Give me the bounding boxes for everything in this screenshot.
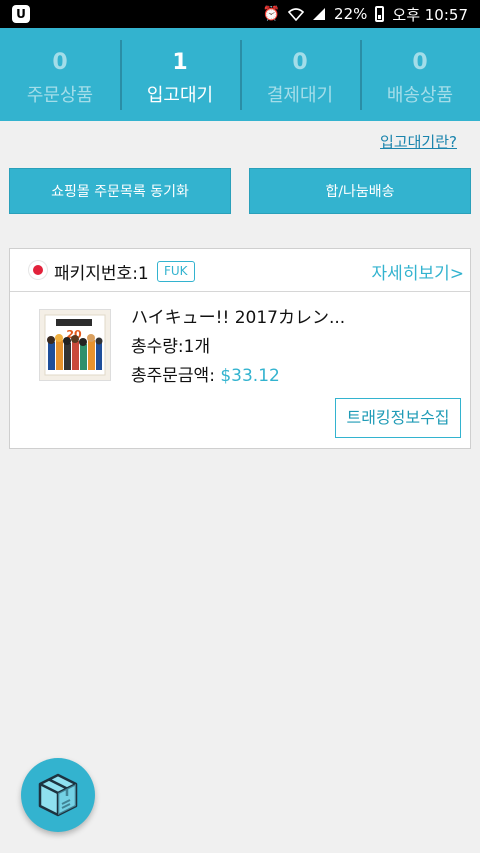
total-amount-value: $33.12 — [220, 366, 280, 386]
total-amount-label: 총주문금액: — [131, 366, 221, 386]
tab-count: 0 — [412, 50, 428, 75]
collect-tracking-info-button[interactable]: 트래킹정보수집 — [335, 398, 461, 438]
warehouse-badge: FUK — [157, 261, 195, 282]
japan-flag-icon — [29, 261, 47, 279]
tab-count: 0 — [292, 50, 308, 75]
package-card: 패키지번호:1 FUK 자세히보기> 20 ハイキュー!! 2017カレン...… — [9, 248, 471, 449]
total-quantity: 총수량:1개 — [131, 337, 211, 357]
tab-awaiting-payment[interactable]: 0 결제대기 — [240, 28, 360, 121]
signal-icon — [313, 8, 326, 20]
alarm-icon: ⏰ — [262, 6, 281, 22]
clock: 오후 10:57 — [392, 5, 468, 24]
merge-split-shipping-button[interactable]: 합/나눔배송 — [249, 168, 471, 214]
tab-count: 1 — [172, 50, 188, 75]
package-card-header: 패키지번호:1 FUK 자세히보기> — [10, 249, 470, 292]
battery-percent: 22% — [334, 5, 368, 23]
wifi-icon — [288, 8, 305, 21]
tab-label: 입고대기 — [146, 85, 214, 106]
status-bar-right: ⏰ 22% 오후 10:57 — [263, 4, 468, 24]
view-details-link[interactable]: 자세히보기> — [372, 259, 464, 284]
tab-ordered-items[interactable]: 0 주문상품 — [0, 28, 120, 121]
sync-orders-button[interactable]: 쇼핑몰 주문목록 동기화 — [9, 168, 231, 214]
awaiting-arrival-help-link[interactable]: 입고대기란? — [380, 131, 457, 152]
package-number: 패키지번호:1 — [54, 264, 149, 284]
tab-shipping-items[interactable]: 0 배송상품 — [360, 28, 480, 121]
tab-label: 배송상품 — [386, 85, 454, 106]
order-status-tabs: 0 주문상품 1 입고대기 0 결제대기 0 배송상품 — [0, 28, 480, 121]
tab-awaiting-arrival[interactable]: 1 입고대기 — [120, 28, 240, 121]
product-name[interactable]: ハイキュー!! 2017カレン... — [131, 303, 345, 328]
battery-icon — [375, 6, 385, 22]
product-thumbnail[interactable]: 20 — [39, 309, 111, 381]
tab-label: 주문상품 — [26, 85, 94, 106]
calendar-cover-image: 20 — [40, 310, 110, 380]
status-bar: U ⏰ 22% 오후 10:57 — [0, 0, 480, 28]
tab-label: 결제대기 — [266, 85, 334, 106]
app-notification-icon: U — [12, 5, 30, 23]
package-fab-button[interactable] — [21, 758, 95, 832]
tab-count: 0 — [52, 50, 68, 75]
total-order-amount: 총주문금액: $33.12 — [131, 361, 280, 386]
package-box-icon — [38, 773, 78, 817]
